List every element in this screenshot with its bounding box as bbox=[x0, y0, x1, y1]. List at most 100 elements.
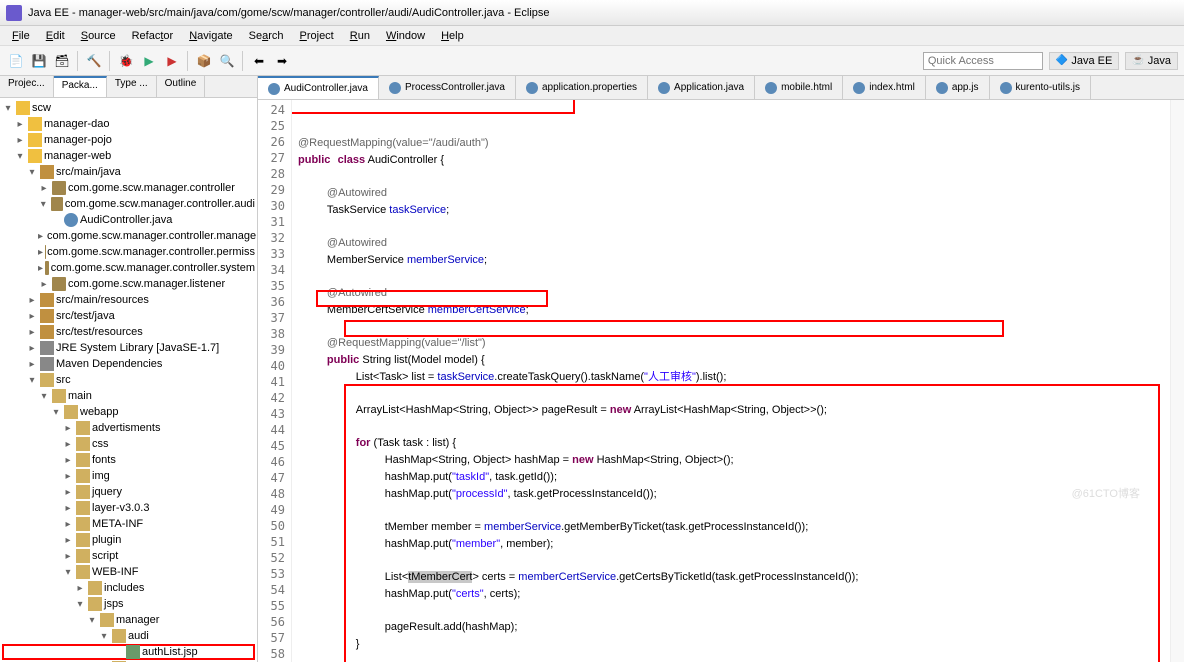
tree-node[interactable]: AudiController.java bbox=[2, 212, 255, 228]
tree-node[interactable]: ▾main bbox=[2, 388, 255, 404]
expand-icon[interactable]: ▸ bbox=[62, 519, 74, 530]
tree-node[interactable]: ▸com.gome.scw.manager.controller.manage bbox=[2, 228, 255, 244]
expand-icon[interactable]: ▾ bbox=[26, 375, 38, 386]
menu-window[interactable]: Window bbox=[378, 28, 433, 44]
run-ext-button[interactable]: ▶ bbox=[162, 51, 182, 71]
editor-tab[interactable]: Application.java bbox=[648, 76, 755, 99]
forward-button[interactable]: ➡ bbox=[272, 51, 292, 71]
expand-icon[interactable]: ▸ bbox=[74, 583, 86, 594]
open-type-button[interactable]: 🔍 bbox=[217, 51, 237, 71]
tree-node[interactable]: ▾manager bbox=[2, 612, 255, 628]
tree-node[interactable]: ▸jquery bbox=[2, 484, 255, 500]
tree-node[interactable]: ▾scw bbox=[2, 100, 255, 116]
tree-node[interactable]: ▾com.gome.scw.manager.controller.audi bbox=[2, 196, 255, 212]
editor-tab[interactable]: kurento-utils.js bbox=[990, 76, 1091, 99]
expand-icon[interactable]: ▸ bbox=[62, 455, 74, 466]
expand-icon[interactable]: ▾ bbox=[2, 103, 14, 114]
package-explorer-tree[interactable]: ▾scw▸manager-dao▸manager-pojo▾manager-we… bbox=[0, 98, 257, 662]
menu-edit[interactable]: Edit bbox=[38, 28, 73, 44]
editor-tab[interactable]: app.js bbox=[926, 76, 990, 99]
new-class-button[interactable]: 📦 bbox=[194, 51, 214, 71]
tree-node[interactable]: ▸src/test/java bbox=[2, 308, 255, 324]
expand-icon[interactable]: ▸ bbox=[38, 263, 43, 274]
menu-run[interactable]: Run bbox=[342, 28, 378, 44]
expand-icon[interactable]: ▸ bbox=[26, 311, 38, 322]
tree-node[interactable]: ▾src bbox=[2, 372, 255, 388]
expand-icon[interactable]: ▾ bbox=[38, 391, 50, 402]
expand-icon[interactable]: ▸ bbox=[62, 423, 74, 434]
expand-icon[interactable]: ▸ bbox=[26, 295, 38, 306]
code-content[interactable]: @RequestMapping(value="/audi/auth") publ… bbox=[292, 100, 1170, 662]
save-button[interactable]: 💾 bbox=[29, 51, 49, 71]
menu-navigate[interactable]: Navigate bbox=[181, 28, 240, 44]
expand-icon[interactable]: ▸ bbox=[14, 119, 26, 130]
side-tab[interactable]: Type ... bbox=[107, 76, 157, 97]
expand-icon[interactable]: ▸ bbox=[38, 247, 43, 258]
tree-node[interactable]: ▸layer-v3.0.3 bbox=[2, 500, 255, 516]
tree-node[interactable]: ▸src/test/resources bbox=[2, 324, 255, 340]
side-tab[interactable]: Outline bbox=[157, 76, 206, 97]
new-button[interactable]: 📄 bbox=[6, 51, 26, 71]
menu-source[interactable]: Source bbox=[73, 28, 124, 44]
expand-icon[interactable]: ▸ bbox=[62, 487, 74, 498]
expand-icon[interactable]: ▸ bbox=[38, 183, 50, 194]
tree-node[interactable]: ▸Maven Dependencies bbox=[2, 356, 255, 372]
tree-node[interactable]: ▸manager-dao bbox=[2, 116, 255, 132]
editor-tab[interactable]: application.properties bbox=[516, 76, 648, 99]
tree-node[interactable]: authList.jsp bbox=[2, 644, 255, 660]
tree-node[interactable]: ▾src/main/java bbox=[2, 164, 255, 180]
tree-node[interactable]: ▸com.gome.scw.manager.controller.system bbox=[2, 260, 255, 276]
expand-icon[interactable]: ▸ bbox=[26, 343, 38, 354]
expand-icon[interactable]: ▸ bbox=[62, 551, 74, 562]
expand-icon[interactable]: ▾ bbox=[26, 167, 38, 178]
editor-tab[interactable]: mobile.html bbox=[755, 76, 843, 99]
tree-node[interactable]: ▸com.gome.scw.manager.controller bbox=[2, 180, 255, 196]
menu-project[interactable]: Project bbox=[292, 28, 342, 44]
expand-icon[interactable]: ▾ bbox=[62, 567, 74, 578]
expand-icon[interactable]: ▸ bbox=[26, 359, 38, 370]
expand-icon[interactable]: ▾ bbox=[86, 615, 98, 626]
tree-node[interactable]: ▸css bbox=[2, 436, 255, 452]
tree-node[interactable]: ▸META-INF bbox=[2, 516, 255, 532]
tree-node[interactable]: ▾audi bbox=[2, 628, 255, 644]
debug-button[interactable]: 🐞 bbox=[116, 51, 136, 71]
perspective-java[interactable]: ☕Java bbox=[1125, 52, 1178, 70]
expand-icon[interactable]: ▸ bbox=[62, 471, 74, 482]
tree-node[interactable]: ▸img bbox=[2, 468, 255, 484]
tree-node[interactable]: ▸plugin bbox=[2, 532, 255, 548]
expand-icon[interactable]: ▸ bbox=[14, 135, 26, 146]
tree-node[interactable]: ▸fonts bbox=[2, 452, 255, 468]
tree-node[interactable]: ▸JRE System Library [JavaSE-1.7] bbox=[2, 340, 255, 356]
expand-icon[interactable]: ▾ bbox=[98, 631, 110, 642]
editor-tab[interactable]: index.html bbox=[843, 76, 926, 99]
tree-node[interactable]: ▸com.gome.scw.manager.controller.permiss bbox=[2, 244, 255, 260]
tree-node[interactable]: ▸advertisments bbox=[2, 420, 255, 436]
expand-icon[interactable]: ▾ bbox=[74, 599, 86, 610]
expand-icon[interactable]: ▸ bbox=[62, 535, 74, 546]
tree-node[interactable]: ▾manager-web bbox=[2, 148, 255, 164]
tree-node[interactable]: ▸script bbox=[2, 548, 255, 564]
tree-node[interactable]: ▾WEB-INF bbox=[2, 564, 255, 580]
menu-file[interactable]: File bbox=[4, 28, 38, 44]
menu-help[interactable]: Help bbox=[433, 28, 472, 44]
tree-node[interactable]: ▾jsps bbox=[2, 596, 255, 612]
expand-icon[interactable]: ▸ bbox=[38, 279, 50, 290]
quick-access-input[interactable] bbox=[923, 52, 1043, 70]
run-button[interactable]: ▶ bbox=[139, 51, 159, 71]
expand-icon[interactable]: ▾ bbox=[50, 407, 62, 418]
overview-ruler[interactable] bbox=[1170, 100, 1184, 662]
menu-search[interactable]: Search bbox=[241, 28, 292, 44]
tree-node[interactable]: ▾webapp bbox=[2, 404, 255, 420]
expand-icon[interactable]: ▾ bbox=[38, 199, 49, 210]
tree-node[interactable]: ▸src/main/resources bbox=[2, 292, 255, 308]
side-tab[interactable]: Packa... bbox=[54, 76, 107, 97]
save-all-button[interactable]: 🗃 bbox=[52, 51, 72, 71]
expand-icon[interactable]: ▸ bbox=[38, 231, 43, 242]
perspective-javaee[interactable]: 🔷Java EE bbox=[1049, 52, 1119, 70]
expand-icon[interactable]: ▸ bbox=[26, 327, 38, 338]
side-tab[interactable]: Projec... bbox=[0, 76, 54, 97]
expand-icon[interactable]: ▸ bbox=[62, 503, 74, 514]
expand-icon[interactable]: ▸ bbox=[62, 439, 74, 450]
menu-refactor[interactable]: Refactor bbox=[124, 28, 182, 44]
editor-tab[interactable]: ProcessController.java bbox=[379, 76, 516, 99]
